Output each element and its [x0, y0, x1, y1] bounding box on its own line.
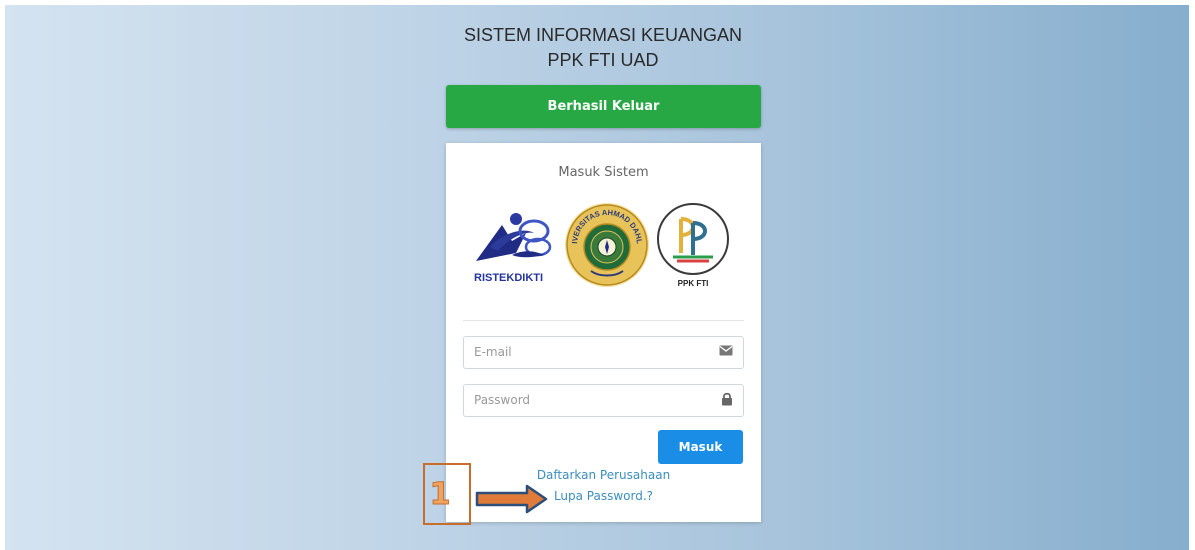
ristekdikti-logo-text: RISTEKDIKTI: [474, 272, 543, 284]
login-button[interactable]: Masuk: [658, 430, 743, 464]
password-field-wrapper: [463, 384, 744, 417]
ppk-fti-logo: PPK FTI: [657, 203, 729, 288]
login-heading: Masuk Sistem: [558, 165, 649, 180]
email-field-wrapper: [463, 336, 744, 369]
login-box: Masuk Sistem RISTEKDIKTI UNIVERSITAS AHM…: [446, 143, 761, 522]
ppk-fti-logo-text: PPK FTI: [678, 279, 709, 288]
uad-seal-logo: UNIVERSITAS AHMAD DAHLAN: [563, 201, 649, 287]
annotation-number: 1: [429, 477, 451, 513]
lock-icon: [722, 392, 732, 406]
password-input[interactable]: [464, 385, 714, 414]
ristekdikti-logo: RISTEKDIKTI: [474, 213, 552, 284]
app-title: SISTEM INFORMASI KEUANGAN PPK FTI UAD: [443, 23, 763, 73]
email-input[interactable]: [464, 337, 714, 366]
app-title-line2: PPK FTI UAD: [547, 50, 659, 70]
register-company-link[interactable]: Daftarkan Perusahaan: [446, 468, 761, 482]
app-title-line1: SISTEM INFORMASI KEUANGAN: [463, 25, 743, 45]
logo-divider: [463, 320, 744, 321]
annotation-marker-box: 1: [423, 463, 471, 525]
annotation-arrow-icon: [475, 484, 548, 514]
logout-success-alert: Berhasil Keluar: [446, 85, 761, 128]
envelope-icon: [719, 345, 733, 356]
